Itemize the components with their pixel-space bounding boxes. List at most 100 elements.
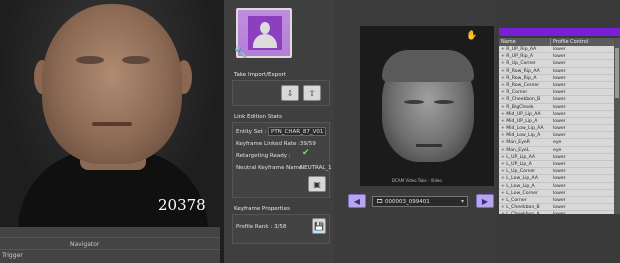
wrench-icon[interactable]: 🔧 (234, 46, 248, 60)
list-item[interactable]: + Man_EyeL eye (499, 147, 614, 154)
export-button[interactable]: ⇧ (303, 85, 321, 101)
list-item-profile: lower (553, 104, 566, 110)
list-item-name: + L_Up_Corner (501, 169, 536, 175)
list-item-profile: lower (553, 75, 566, 81)
film-icon: 🎞 (376, 198, 383, 205)
list-item-profile: lower (553, 190, 566, 196)
list-rows: + R_UP_Rip_AA lower + R_UP_Rip_A lower + R_U… (499, 46, 614, 214)
list-item-profile: lower (553, 68, 566, 74)
list-item[interactable]: + L_UP_Lip_AA lower (499, 154, 614, 161)
list-item-profile: lower (553, 162, 566, 167)
timeline-separator (0, 237, 220, 238)
character-eye-right (122, 56, 150, 64)
list-item[interactable]: + L_Cheekbon_Alower (499, 211, 614, 214)
list-item[interactable]: + Man_EyeR eye (499, 139, 614, 147)
list-item[interactable]: + R_UP_Rip_AA lower (499, 46, 614, 54)
take-panel: 🔧 Take Import/Export ⇩ ⇧ Link Edition St… (224, 0, 334, 263)
list-item[interactable]: + L_Up_Corner lower (499, 168, 614, 176)
list-item-name: + Mid_Low_Lip_A (501, 133, 541, 139)
column-header-name[interactable]: Name (499, 38, 551, 46)
take-select[interactable]: 🎞 000003_099401 ▾ (372, 196, 468, 207)
previous-take-button[interactable]: ◀ (348, 194, 366, 208)
video-caption: DCAM Video Take : Video (392, 178, 442, 183)
list-item[interactable]: + Mid_UP_Lip_A lower (499, 118, 614, 126)
list-item[interactable]: + L_Cheekbon_B lower (499, 204, 614, 212)
entity-set-field[interactable]: PTN_CHAR_87_V01 (268, 127, 326, 136)
list-item-profile: lower (553, 154, 566, 160)
frame-number: 20378 (158, 196, 206, 214)
list-item[interactable]: + L_Low_Corner lower (499, 190, 614, 197)
list-item[interactable]: + L_Low_Lip_A lower (499, 183, 614, 190)
list-item[interactable]: + R_Row_Rip_A lower (499, 75, 614, 82)
list-item[interactable]: + R_Cheekbon_B lower (499, 96, 614, 104)
list-item[interactable]: + Mid_UP_Lip_AA lower (499, 111, 614, 118)
next-take-button[interactable]: ▶ (476, 194, 494, 208)
timeline-separator (0, 249, 220, 250)
list-item-name: + R_Cheekbon_B (501, 97, 541, 103)
list-item[interactable]: + R_Corner lower (499, 89, 614, 97)
list-item-profile: lower (553, 133, 566, 139)
profile-save-button[interactable]: 💾 (312, 218, 326, 234)
list-item[interactable]: + Mid_Low_Lip_AA lower (499, 125, 614, 133)
column-header-profile[interactable]: Profile Control (551, 38, 614, 46)
list-item-name: + L_Corner (501, 197, 527, 203)
list-item-name: + L_UP_Lip_AA (501, 154, 536, 160)
list-item-profile: lower (553, 54, 566, 60)
import-button[interactable]: ⇩ (281, 85, 299, 101)
list-item-profile: lower (553, 126, 566, 132)
list-item-name: + L_Low_Corner (501, 190, 538, 196)
list-item-profile: lower (553, 118, 566, 124)
list-item-profile: lower (553, 47, 566, 52)
video-frame[interactable]: DCAM Video Take : Video ✋ (360, 26, 494, 186)
list-item-name: + L_UP_Lip_A (501, 162, 532, 167)
hand-icon[interactable]: ✋ (466, 31, 477, 41)
list-item-name: + Mid_UP_Lip_A (501, 118, 538, 124)
neutral-keyframe-label: Neutral Keyframe Name : (236, 165, 306, 171)
control-list-panel: Name Profile Control + R_UP_Rip_AA lower +… (496, 0, 620, 263)
neutral-keyframe-button[interactable]: ▣ (308, 176, 326, 192)
list-item-profile: lower (553, 169, 566, 175)
list-item[interactable]: + L_UP_Lip_A lower (499, 161, 614, 169)
list-item-profile: lower (553, 197, 566, 203)
3d-viewport[interactable]: 20378 (0, 0, 220, 227)
list-item-name: + R_Up_Corner (501, 61, 536, 67)
profile-rank-label: Profile Rank : (236, 224, 273, 230)
chevron-down-icon: ▾ (460, 198, 464, 205)
list-item[interactable]: + R_Row_Rip_AA lower (499, 68, 614, 75)
list-item-profile: lower (553, 183, 566, 189)
list-item-profile: lower (551, 211, 614, 214)
video-area: DCAM Video Take : Video ✋ ◀ 🎞 000003_099… (334, 0, 496, 263)
scrollbar-thumb[interactable] (615, 48, 619, 98)
navigator-label: Navigator (70, 241, 100, 248)
list-item[interactable]: + R_Up_Corner lower (499, 60, 614, 68)
list-item-profile: lower (553, 61, 566, 67)
list-item[interactable]: + L_Corner lower (499, 197, 614, 205)
list-item[interactable]: + Mid_Low_Lip_A lower (499, 132, 614, 140)
list-item-name: + R_BigCheek (501, 104, 534, 110)
list-item-profile: lower (553, 176, 566, 182)
trigger-tab[interactable]: Trigger (2, 252, 23, 259)
list-item-profile: lower (553, 111, 566, 117)
list-item-name: + L_Cheekbon_A (499, 211, 551, 214)
list-item-name: + R_Corner (501, 90, 528, 96)
keyframe-properties-label: Keyframe Properties (234, 206, 290, 212)
avatar-icon (248, 16, 282, 50)
list-item[interactable]: + R_Row_Corner lower (499, 82, 614, 90)
list-item[interactable]: + L_Low_Lip_AA lower (499, 175, 614, 183)
profile-rank-value: 3/58 (274, 224, 287, 230)
link-edition-label: Link Edition Stats (234, 114, 282, 120)
list-item-name: + Mid_UP_Lip_AA (501, 111, 541, 117)
entity-set-label: Entity Set : (236, 129, 267, 135)
list-item-name: + Mid_Low_Lip_AA (501, 126, 544, 132)
accent-bar (499, 28, 620, 36)
control-list-table: Name Profile Control + R_UP_Rip_AA lower +… (499, 38, 614, 214)
list-item[interactable]: + R_BigCheek lower (499, 104, 614, 111)
list-item[interactable]: + R_UP_Rip_A lower (499, 53, 614, 61)
video-mouth (416, 144, 442, 147)
check-icon: ✔ (302, 148, 310, 158)
character-head (42, 4, 182, 164)
list-scrollbar[interactable] (614, 38, 620, 214)
avatar-head (260, 22, 270, 34)
list-item-profile: eye (553, 147, 562, 153)
list-item-name: + R_Row_Corner (501, 82, 540, 88)
